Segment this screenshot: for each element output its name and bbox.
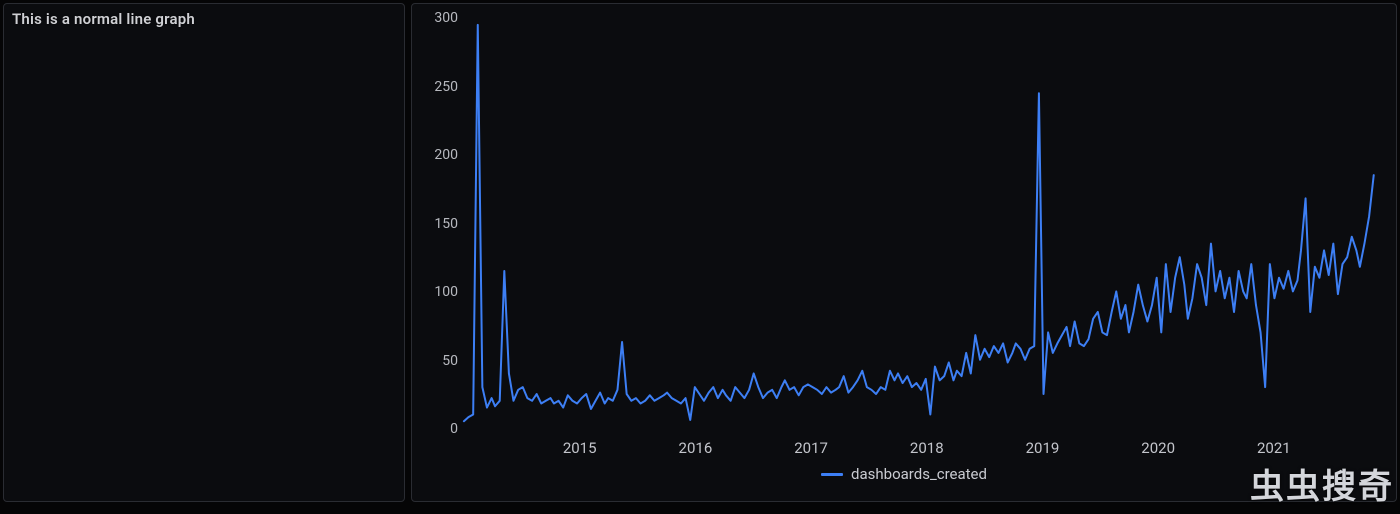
y-tick-label: 50 <box>412 353 458 369</box>
chart-panel: 0 50 100 150 200 250 300 2015 2016 2017 2018 2019 20… <box>411 3 1397 502</box>
x-tick-label: 2015 <box>563 439 597 457</box>
x-tick-label: 2020 <box>1141 439 1175 457</box>
legend-series-label: dashboards_created <box>851 465 987 483</box>
left-panel-title: This is a normal line graph <box>12 10 195 28</box>
x-tick-label: 2016 <box>679 439 713 457</box>
x-tick-label: 2021 <box>1257 439 1291 457</box>
legend-swatch <box>821 473 843 476</box>
left-panel: This is a normal line graph <box>3 3 405 502</box>
y-tick-label: 300 <box>412 10 458 26</box>
chart-legend[interactable]: dashboards_created <box>412 465 1396 483</box>
chart-plot-area[interactable]: 0 50 100 150 200 250 300 2015 2016 2017 2018 2019 20… <box>412 4 1396 501</box>
y-tick-label: 250 <box>412 79 458 95</box>
y-tick-label: 200 <box>412 147 458 163</box>
y-tick-label: 100 <box>412 284 458 300</box>
x-tick-label: 2018 <box>910 439 944 457</box>
x-tick-label: 2017 <box>794 439 828 457</box>
x-tick-label: 2019 <box>1026 439 1060 457</box>
chart-svg <box>412 4 1396 502</box>
y-tick-label: 150 <box>412 216 458 232</box>
chart-series-line <box>464 25 1374 421</box>
y-tick-label: 0 <box>412 421 458 437</box>
